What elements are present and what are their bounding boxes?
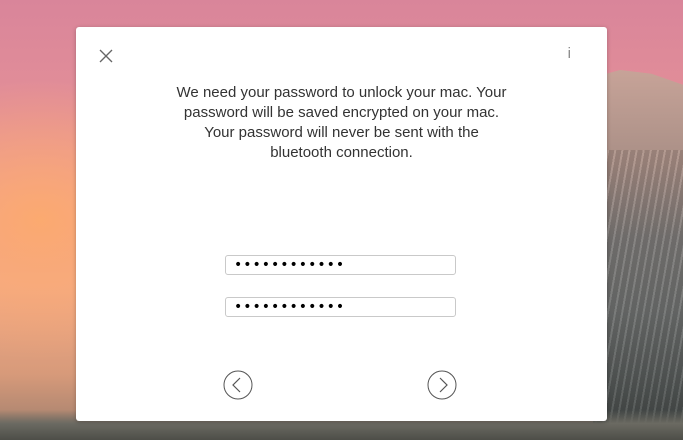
chevron-right-circle-icon [427,370,457,400]
confirm-password-field[interactable] [225,297,456,317]
password-dialog: i We need your password to unlock your m… [76,27,607,421]
password-field[interactable] [225,255,456,275]
back-button[interactable] [223,370,253,400]
info-icon: i [567,45,571,62]
next-button[interactable] [427,370,457,400]
desktop-background: i We need your password to unlock your m… [0,0,683,440]
info-button[interactable]: i [568,45,571,62]
chevron-left-circle-icon [223,370,253,400]
password-message: We need your password to unlock your mac… [176,84,507,161]
close-button[interactable] [98,48,114,64]
close-icon [99,49,113,63]
